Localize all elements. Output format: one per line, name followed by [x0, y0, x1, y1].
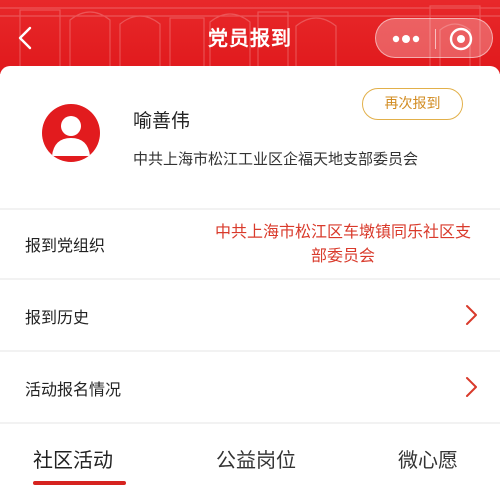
profile-card: 喻善伟 中共上海市松江工业区企福天地支部委员会 再次报到 [0, 66, 500, 208]
report-organization-value: 中共上海市松江区车墩镇同乐社区支 部委员会 [208, 220, 478, 268]
miniprogram-capsule [375, 18, 493, 58]
tab-community-activity[interactable]: 社区活动 [33, 444, 113, 473]
activity-signup-row[interactable]: 活动报名情况 [0, 352, 500, 422]
report-organization-row: 报到党组织 中共上海市松江区车墩镇同乐社区支 部委员会 [0, 210, 500, 278]
user-organization: 中共上海市松江工业区企福天地支部委员会 [133, 150, 419, 168]
close-target-icon[interactable] [448, 26, 474, 52]
row-label-activity: 活动报名情况 [25, 380, 122, 399]
more-dots-icon[interactable] [388, 27, 424, 51]
row-label-organization: 报到党组织 [25, 236, 106, 255]
app-header: 党员报到 [0, 0, 500, 74]
rereport-button[interactable]: 再次报到 [362, 88, 463, 120]
active-tab-underline [33, 481, 126, 485]
chevron-right-icon [466, 377, 477, 397]
user-name: 喻善伟 [133, 110, 191, 132]
tab-public-welfare-post[interactable]: 公益岗位 [216, 444, 296, 473]
organization-value-line1: 中共上海市松江区车墩镇同乐社区支 [214, 222, 471, 241]
tab-bar: 社区活动 公益岗位 微心愿 [0, 424, 500, 491]
chevron-right-icon [466, 305, 477, 325]
capsule-divider [435, 29, 436, 49]
person-avatar-icon [42, 104, 100, 162]
organization-value-line2: 部委员会 [310, 246, 375, 265]
report-history-row[interactable]: 报到历史 [0, 280, 500, 350]
row-label-history: 报到历史 [25, 308, 90, 327]
tab-micro-wish[interactable]: 微心愿 [398, 444, 458, 473]
